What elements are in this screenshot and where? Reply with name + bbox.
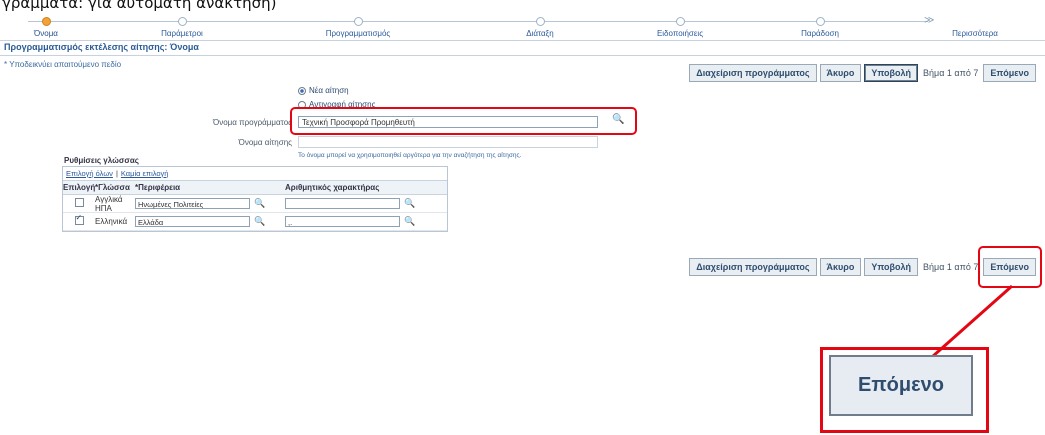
zoomed-next-button: Επόμενο xyxy=(829,355,973,416)
